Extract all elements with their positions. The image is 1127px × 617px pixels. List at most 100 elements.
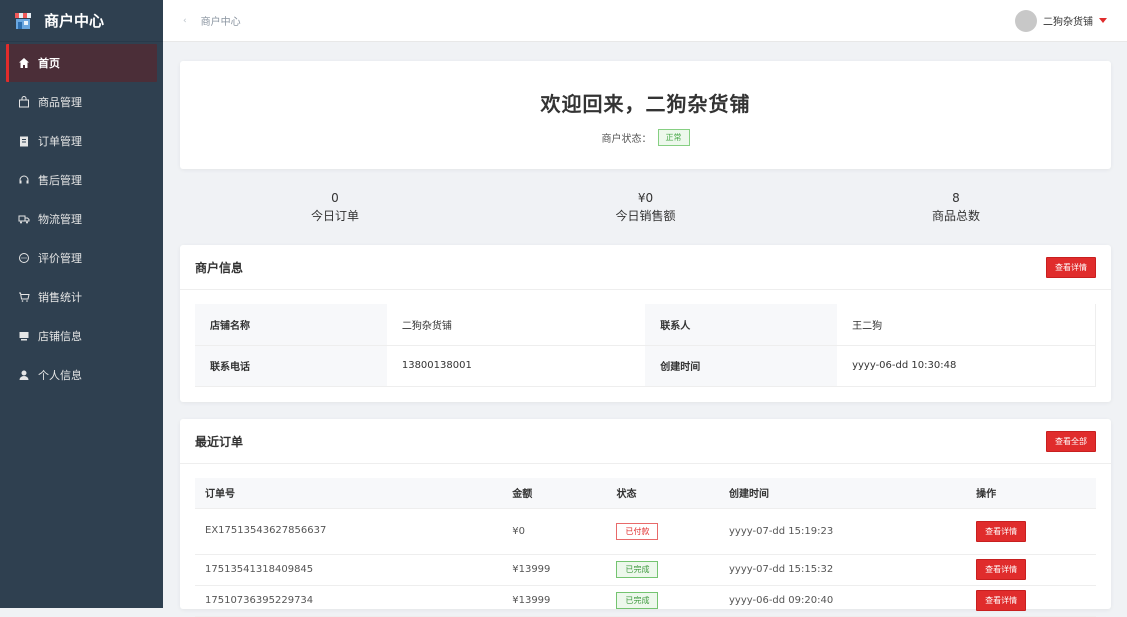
card-header: 商户信息 查看详情	[180, 245, 1111, 290]
info-label: 店铺名称	[195, 304, 387, 346]
info-label: 联系人	[645, 304, 838, 346]
order-no-cell: 17510736395229734	[195, 585, 503, 617]
info-label: 创建时间	[645, 345, 838, 387]
user-name[interactable]: 二狗杂货铺	[1043, 13, 1093, 28]
stats-row: 0 今日订单 ¥0 今日销售额 8 商品总数	[180, 169, 1111, 245]
clipboard-icon	[18, 135, 30, 147]
order-no: 17510736395229734	[205, 594, 314, 606]
comment-icon	[18, 252, 30, 264]
order-details-button[interactable]: 查看详情	[976, 520, 1027, 542]
column-header: 创建时间	[718, 478, 967, 509]
store-icon	[18, 330, 30, 342]
info-label: 联系电话	[195, 345, 387, 387]
sidebar-item-label: 评价管理	[38, 252, 82, 265]
merchant-status: 商户状态： 正常	[180, 129, 1111, 146]
breadcrumb-back-icon[interactable]: ‹	[183, 16, 187, 26]
bag-icon	[18, 96, 30, 108]
sidebar-item-logistics[interactable]: 物流管理	[6, 200, 157, 238]
orders-table: 订单号 金额 状态 创建时间 操作 EX17513543627856637 ¥0…	[195, 478, 1096, 617]
sidebar-item-store-info[interactable]: 店铺信息	[6, 317, 157, 355]
status-badge: 已完成	[616, 592, 659, 609]
brand-header[interactable]: 商户中心	[0, 0, 163, 42]
view-all-button[interactable]: 查看全部	[1046, 430, 1096, 452]
sidebar-item-label: 售后管理	[38, 174, 82, 187]
status-cell: 已完成	[606, 585, 719, 617]
info-value: yyyy-06-dd 10:30:48	[837, 345, 1097, 387]
info-row: 联系电话 13800138001 创建时间 yyyy-06-dd 10:30:4…	[195, 345, 1097, 387]
recent-orders-card: 最近订单 查看全部 订单号 金额 状态 创建时间 操作 EX1751354362…	[180, 419, 1111, 617]
column-header: 操作	[966, 478, 1096, 509]
breadcrumb-item[interactable]: 商户中心	[201, 13, 241, 28]
info-value: 王二狗	[837, 304, 1097, 346]
user-menu[interactable]: 二狗杂货铺	[1015, 9, 1107, 32]
sidebar-item-label: 首页	[38, 57, 60, 70]
user-icon	[18, 369, 30, 381]
sidebar-item-label: 店铺信息	[38, 330, 82, 343]
sidebar-item-label: 销售统计	[38, 291, 82, 304]
truck-icon	[18, 213, 30, 225]
table-row: EX17513543627856637 ¥0 已付款 yyyy-07-dd 15…	[195, 508, 1096, 555]
card-title: 商户信息	[195, 260, 244, 275]
store-logo-icon	[15, 12, 31, 29]
sidebar-item-label: 个人信息	[38, 369, 82, 382]
home-icon	[18, 57, 30, 69]
stat-label: 商品总数	[931, 208, 980, 223]
table-row: 17513541318409845 ¥13999 已完成 yyyy-07-dd …	[195, 554, 1096, 586]
order-no-cell: 17513541318409845	[195, 554, 503, 586]
avatar[interactable]	[1015, 9, 1037, 32]
sidebar-item-home[interactable]: 首页	[6, 44, 157, 82]
view-details-button[interactable]: 查看详情	[1046, 256, 1096, 278]
sidebar-item-reviews[interactable]: 评价管理	[6, 239, 157, 277]
order-no: EX17513543627856637	[205, 525, 327, 536]
created-cell: yyyy-07-dd 15:15:32	[718, 554, 967, 586]
order-no: 17513541318409845	[205, 563, 314, 575]
sidebar-item-label: 商品管理	[38, 96, 82, 109]
amount-cell: ¥0	[502, 508, 607, 555]
cart-icon	[18, 291, 30, 303]
status-cell: 已付款	[606, 508, 719, 555]
stat-value: 8	[952, 190, 960, 205]
action-cell: 查看详情	[966, 554, 1096, 586]
sidebar-item-label: 订单管理	[38, 135, 82, 148]
breadcrumb: ‹ 商户中心	[183, 13, 241, 29]
sidebar: 商户中心 首页 商品管理 订单管理 售后管理 物流管理 评价管理 销售统计 店铺…	[0, 0, 163, 608]
card-header: 最近订单 查看全部	[180, 419, 1111, 464]
info-value: 13800138001	[386, 345, 646, 387]
sidebar-menu: 首页 商品管理 订单管理 售后管理 物流管理 评价管理 销售统计 店铺信息 个人…	[0, 44, 163, 394]
amount-cell: ¥13999	[502, 585, 607, 617]
stat-value: 0	[331, 190, 339, 205]
order-details-button[interactable]: 查看详情	[976, 559, 1027, 580]
status-badge: 正常	[657, 129, 690, 146]
info-value: 二狗杂货铺	[386, 304, 646, 346]
welcome-card: 欢迎回来，二狗杂货铺 商户状态： 正常	[180, 61, 1111, 169]
stat-today-sales: ¥0 今日销售额	[491, 191, 801, 224]
sidebar-item-label: 物流管理	[38, 213, 82, 226]
top-bar: ‹ 商户中心 二狗杂货铺	[163, 0, 1127, 42]
merchant-info-card: 商户信息 查看详情 店铺名称 二狗杂货铺 联系人 王二狗 联系电话 138001…	[180, 245, 1111, 402]
column-header: 订单号	[195, 478, 503, 509]
status-badge: 已完成	[616, 561, 659, 578]
stat-label: 今日销售额	[615, 208, 676, 223]
welcome-title: 欢迎回来，二狗杂货铺	[540, 92, 751, 116]
merchant-info-table: 店铺名称 二狗杂货铺 联系人 王二狗 联系电话 13800138001 创建时间…	[195, 304, 1097, 387]
headset-icon	[18, 174, 30, 186]
sidebar-item-aftersales[interactable]: 售后管理	[6, 161, 157, 199]
action-cell: 查看详情	[966, 585, 1096, 617]
table-header-row: 订单号 金额 状态 创建时间 操作	[195, 478, 1096, 509]
amount-cell: ¥13999	[502, 554, 607, 586]
sidebar-item-products[interactable]: 商品管理	[6, 83, 157, 121]
info-row: 店铺名称 二狗杂货铺 联系人 王二狗	[195, 304, 1097, 346]
card-title: 最近订单	[195, 434, 244, 449]
stat-today-orders: 0 今日订单	[180, 191, 490, 224]
created-cell: yyyy-06-dd 09:20:40	[718, 585, 967, 617]
sidebar-item-sales-stats[interactable]: 销售统计	[6, 278, 157, 316]
stat-value: ¥0	[637, 190, 654, 205]
brand-title: 商户中心	[44, 12, 105, 30]
created-cell: yyyy-07-dd 15:19:23	[718, 508, 967, 555]
column-header: 金额	[502, 478, 607, 509]
sidebar-item-personal-info[interactable]: 个人信息	[6, 356, 157, 394]
status-label: 商户状态：	[601, 134, 652, 145]
stat-label: 今日订单	[310, 208, 359, 223]
sidebar-item-orders[interactable]: 订单管理	[6, 122, 157, 160]
caret-down-icon[interactable]	[1099, 18, 1107, 23]
